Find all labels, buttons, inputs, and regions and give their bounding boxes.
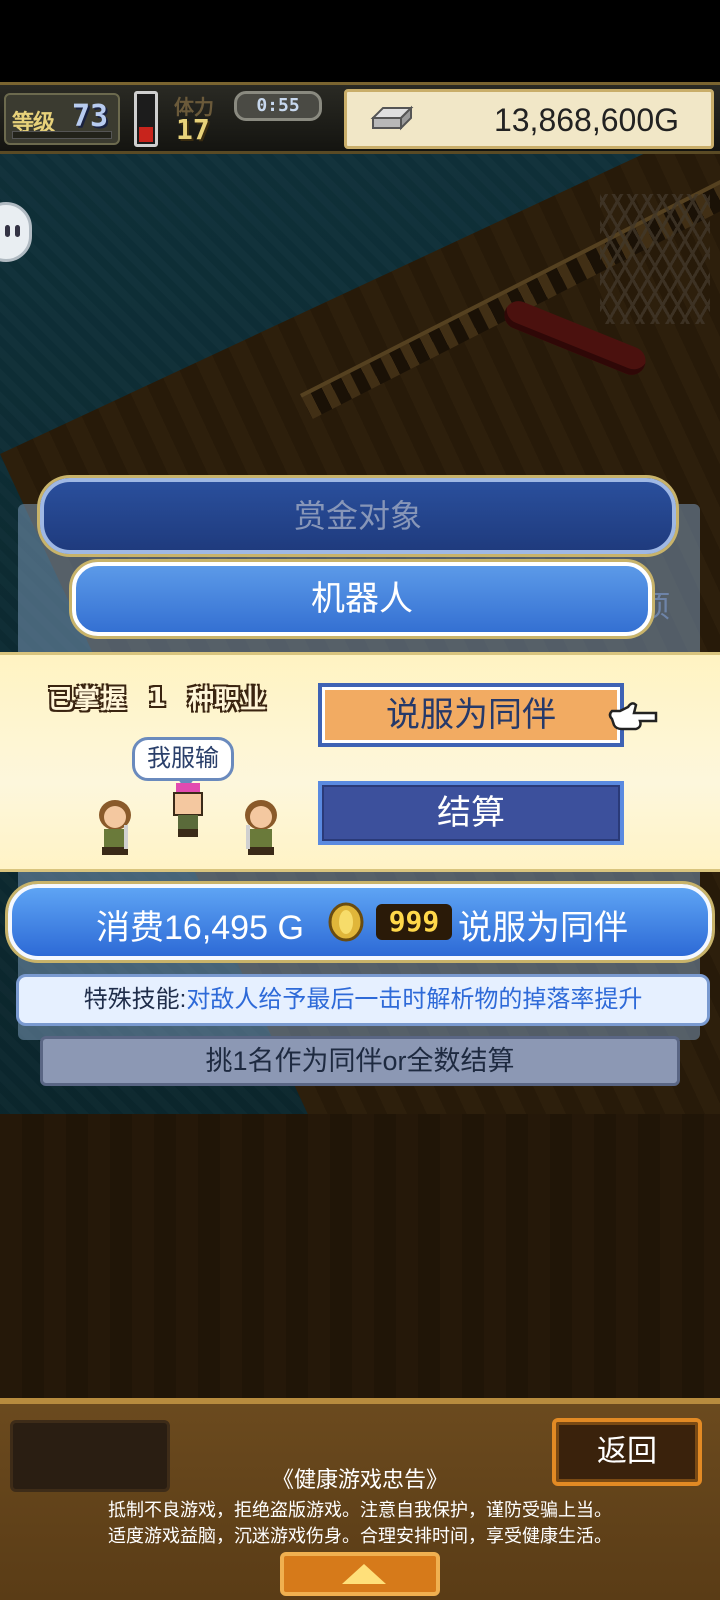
- settle-button[interactable]: 结算: [318, 781, 624, 845]
- target-banner: 机器人: [72, 562, 652, 636]
- cost-coin-amount: 999: [376, 904, 452, 940]
- stamina-box: 体力 17 0:55: [172, 89, 322, 149]
- handle-dot: [5, 225, 10, 237]
- cost-prefix: 消费16,495 G: [96, 909, 304, 947]
- expand-button[interactable]: [280, 1552, 440, 1596]
- mastery-suffix: 种职业: [188, 685, 267, 715]
- stamina-gauge-fill: [139, 127, 153, 142]
- exp-bar: [12, 131, 112, 139]
- mastery-count: 1: [148, 682, 167, 713]
- stamina-gauge: [134, 91, 158, 147]
- health-notice-title: 《健康游戏忠告》: [271, 1467, 448, 1492]
- recruit-button-label: 说服为同伴: [386, 696, 556, 734]
- footer-frame: 返回 《健康游戏忠告》 抵制不良游戏，拒绝盗版游戏。注意自我保护，谨防受骗上当。…: [0, 1398, 720, 1600]
- adventurer-sprite: [245, 800, 277, 855]
- gold-amount: 13,868,600G: [493, 102, 679, 138]
- handle-dot: [15, 225, 20, 237]
- adventurer-sprite: [99, 800, 131, 855]
- robot-sprite: [173, 783, 203, 837]
- silver-ingot-icon: [370, 105, 414, 131]
- level-value: 73: [72, 99, 109, 134]
- dialog-title-banner: 赏金对象: [40, 478, 676, 554]
- coin-icon: [328, 902, 364, 942]
- health-notice-line: 抵制不良游戏，拒绝盗版游戏。注意自我保护，谨防受骗上当。: [108, 1500, 612, 1520]
- recruit-panel: 已掌握 1 种职业 我服输 说服为同伴 结算: [0, 652, 720, 872]
- settle-button-label: 结算: [437, 794, 505, 832]
- speech-bubble: 我服输: [132, 737, 234, 790]
- skill-label: 特殊技能:: [83, 986, 187, 1013]
- dialog-title: 赏金对象: [293, 498, 422, 534]
- special-skill-bar: 特殊技能:对敌人给予最后一击时解析物的掉落率提升: [16, 974, 710, 1026]
- health-notice-line: 适度游戏益脑，沉迷游戏伤身。合理安排时间，享受健康生活。: [108, 1526, 612, 1546]
- skill-description: 对敌人给予最后一击时解析物的掉落率提升: [186, 986, 643, 1013]
- system-status-bar: [0, 0, 720, 82]
- stamina-timer: 0:55: [234, 91, 322, 121]
- hint-bar: 挑1名作为同伴or全数结算: [40, 1036, 680, 1086]
- mastery-prefix: 已掌握: [48, 685, 127, 715]
- top-hud: 等级 73 体力 17 0:55 13,868,600G: [0, 82, 720, 154]
- mastery-line: 已掌握 1 种职业: [48, 679, 267, 716]
- cost-banner[interactable]: 消费16,495 G 999 说服为同伴: [8, 884, 712, 960]
- target-name: 机器人: [311, 580, 413, 618]
- up-arrow-icon: [342, 1564, 386, 1584]
- cost-suffix: 说服为同伴: [458, 909, 628, 947]
- gold-box: 13,868,600G: [344, 89, 714, 149]
- pointing-hand-icon: [608, 702, 658, 731]
- stamina-value: 17: [176, 113, 210, 146]
- recruit-button[interactable]: 说服为同伴: [318, 683, 624, 747]
- level-box: 等级 73: [4, 93, 120, 145]
